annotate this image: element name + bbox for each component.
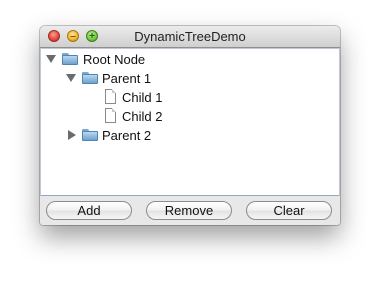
document-icon	[105, 108, 116, 123]
tree-node-parent-2[interactable]: Parent 2	[41, 126, 337, 145]
document-icon	[105, 89, 116, 104]
tree-node-label: Parent 2	[102, 128, 152, 143]
tree-node-label: Root Node	[83, 52, 146, 67]
desktop-background: – + DynamicTreeDemo Root Node Parent 1 C…	[0, 0, 380, 281]
tree-node-root[interactable]: Root Node	[41, 50, 337, 69]
tree-node-child-2[interactable]: Child 2	[41, 107, 337, 126]
add-button[interactable]: Add	[46, 201, 132, 220]
tree-node-parent-1[interactable]: Parent 1	[41, 69, 337, 88]
folder-icon	[82, 72, 98, 84]
folder-icon	[62, 53, 78, 65]
app-window: – + DynamicTreeDemo Root Node Parent 1 C…	[40, 26, 340, 225]
title-bar[interactable]: – + DynamicTreeDemo	[40, 26, 340, 48]
collapsed-arrow-icon[interactable]	[68, 130, 76, 140]
window-title: DynamicTreeDemo	[134, 29, 246, 44]
clear-button[interactable]: Clear	[246, 201, 332, 220]
remove-button[interactable]: Remove	[146, 201, 232, 220]
button-bar: Add Remove Clear	[40, 196, 340, 225]
tree-node-label: Child 2	[122, 109, 163, 124]
tree-node-child-1[interactable]: Child 1	[41, 88, 337, 107]
tree-view[interactable]: Root Node Parent 1 Child 1 Child 2 Paren…	[40, 48, 340, 197]
expanded-arrow-icon[interactable]	[66, 74, 76, 82]
tree-node-label: Parent 1	[102, 71, 152, 86]
expanded-arrow-icon[interactable]	[46, 55, 56, 63]
tree-node-label: Child 1	[122, 90, 163, 105]
folder-icon	[82, 129, 98, 141]
